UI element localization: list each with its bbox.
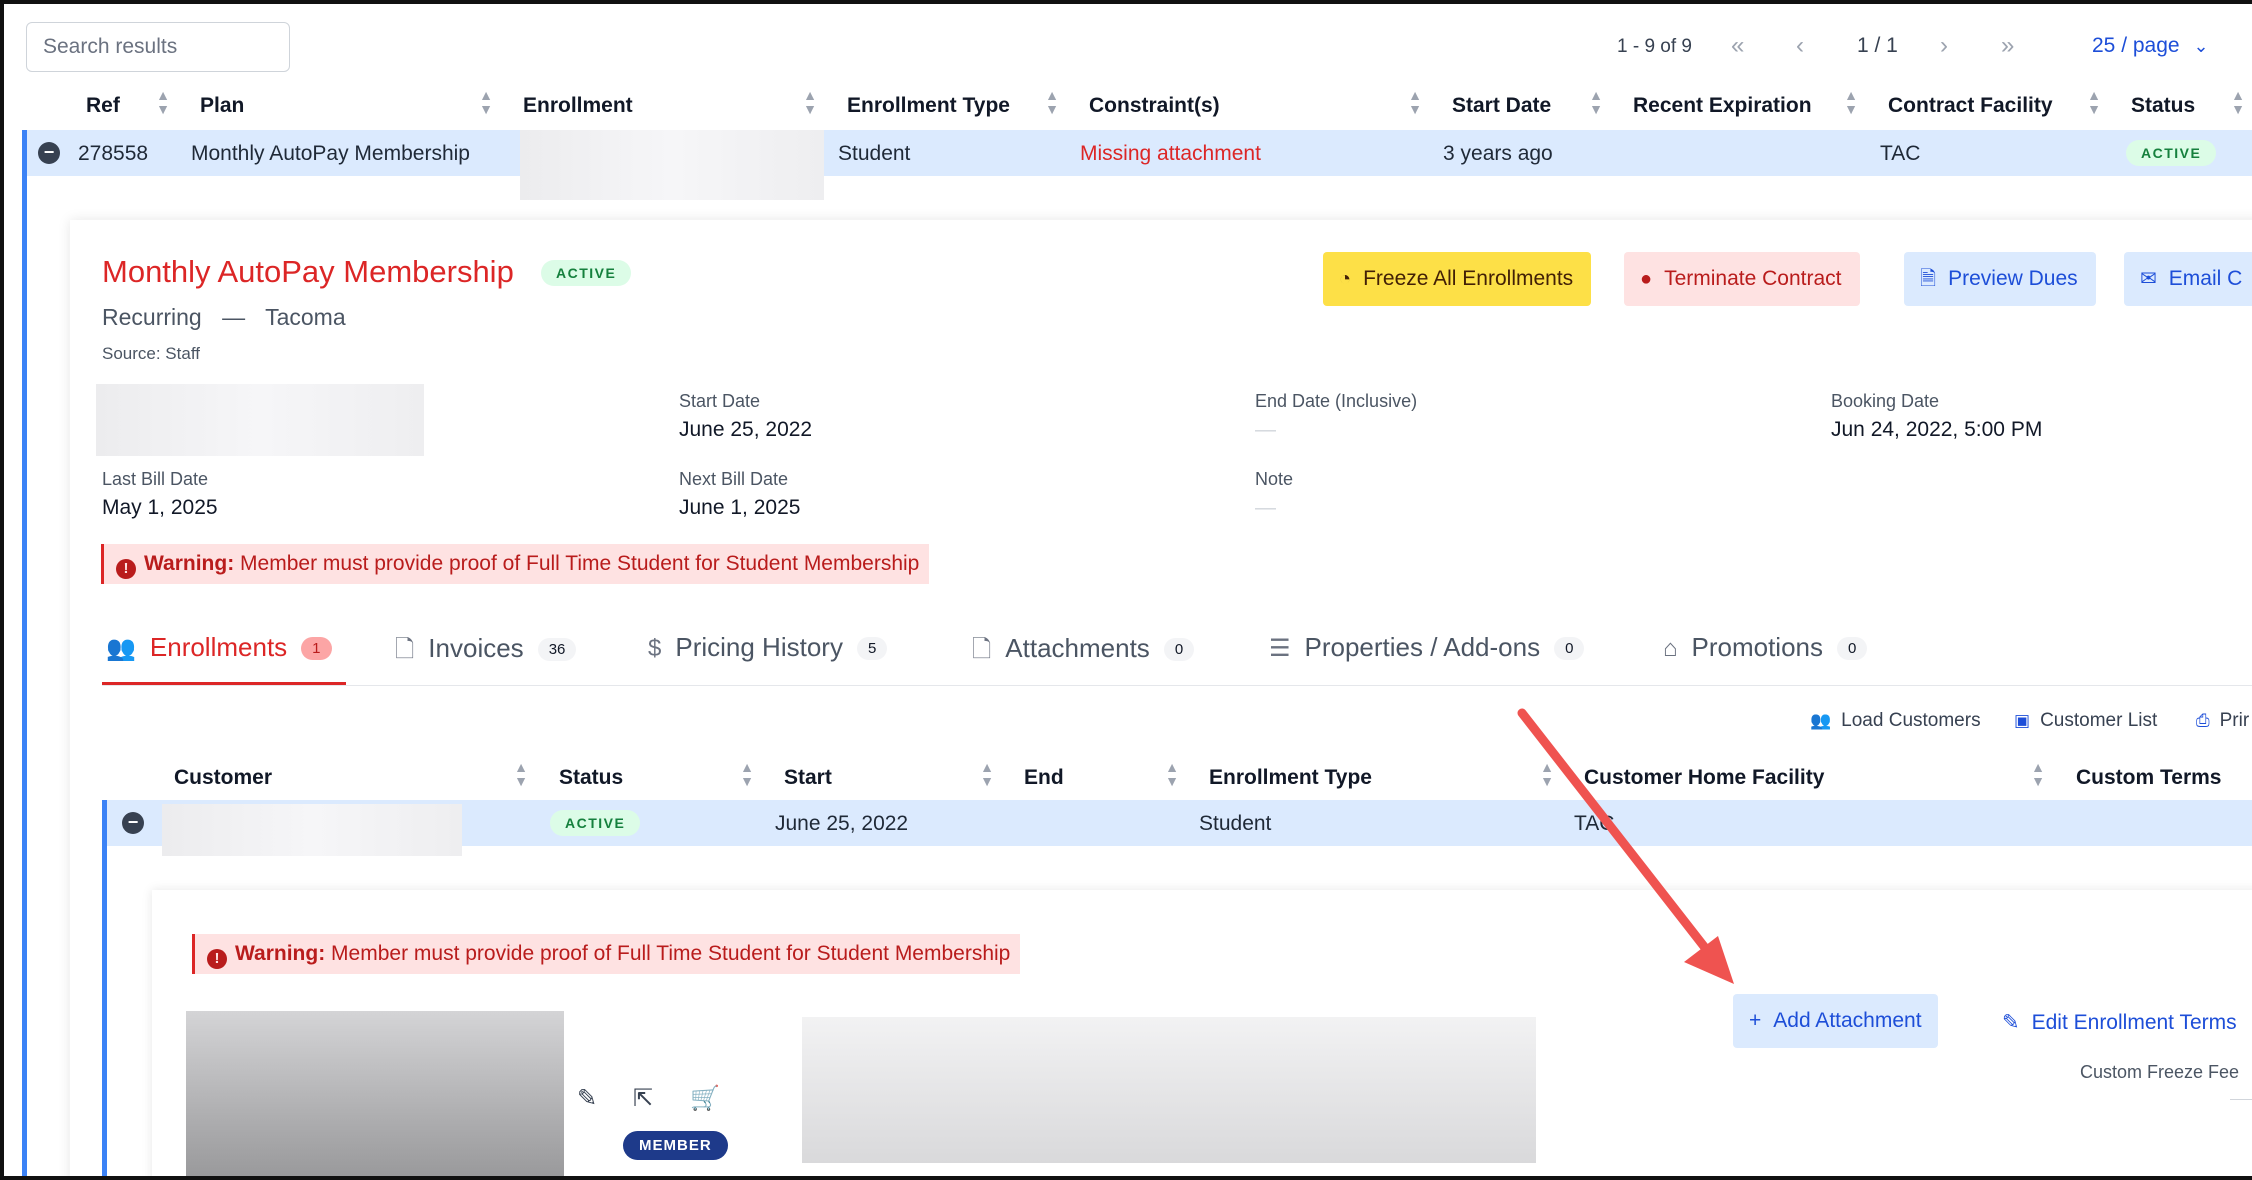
app-frame: Search results 1 - 9 of 9 « ‹ 1 / 1 › » … xyxy=(0,0,2252,1180)
annotation-arrow xyxy=(1517,708,1734,984)
